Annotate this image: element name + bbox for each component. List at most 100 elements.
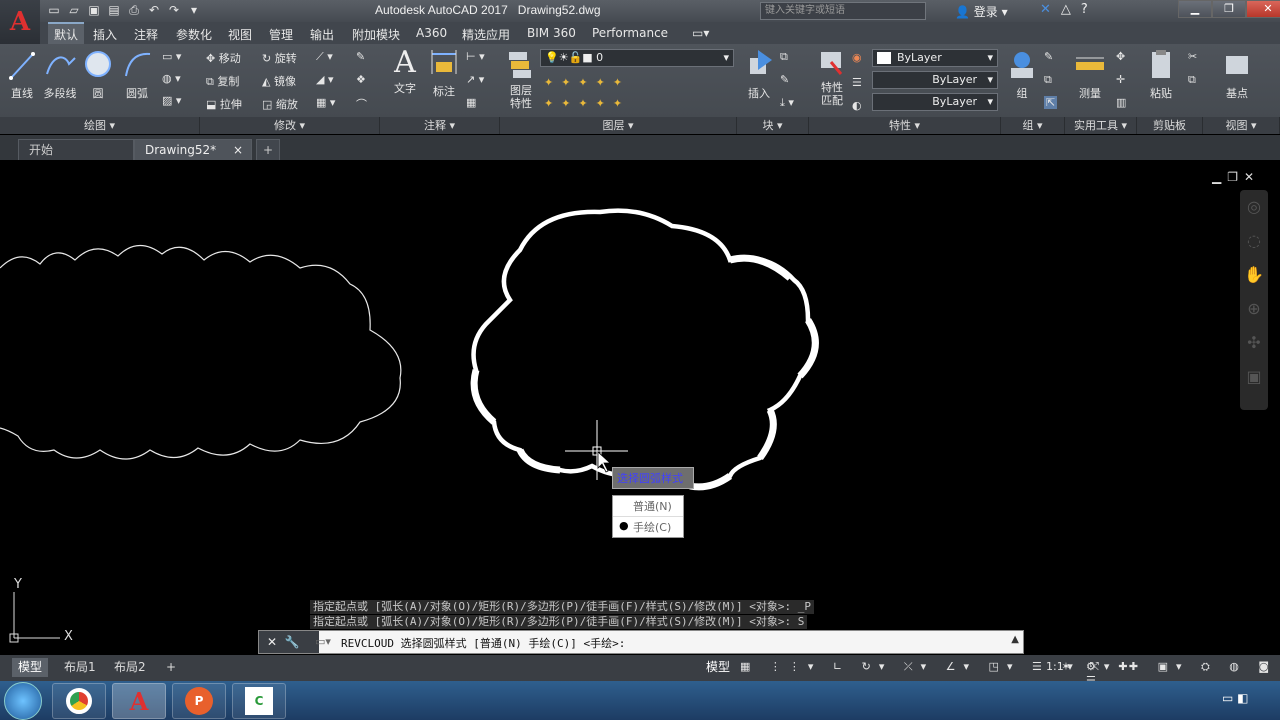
command-line[interactable]: ✕ 🔧 ▭▾ REVCLOUD 选择圆弧样式 [普通(N) 手绘(C)] <手绘… (258, 630, 1024, 654)
restore-button[interactable]: ❐ (1212, 0, 1246, 18)
steering-wheel-icon[interactable]: ◎ (1240, 190, 1268, 224)
tab-bim360[interactable]: BIM 360 (527, 26, 576, 40)
recent-commands-icon[interactable]: ▭▾ (315, 635, 331, 648)
transparency-icon[interactable]: ◐ (852, 99, 862, 112)
save-as-icon[interactable]: ▤ (106, 2, 122, 18)
layer-dropdown[interactable]: 💡☀🔓■ 0 ▾ (540, 49, 734, 67)
print-icon[interactable]: ⎙ (126, 2, 142, 18)
tab-annotate[interactable]: 注释 (134, 26, 158, 43)
model-space-button[interactable]: 模型 (700, 658, 736, 677)
add-layout-button[interactable]: + (160, 658, 182, 677)
circle-button[interactable]: 圆 (82, 48, 114, 101)
tab-drawing[interactable]: Drawing52* × (134, 139, 252, 160)
scale-button[interactable]: ◲ 缩放 (262, 96, 298, 112)
chrome-taskbar-icon[interactable] (52, 683, 106, 719)
tab-addins[interactable]: 附加模块 (352, 26, 400, 43)
create-block-icon[interactable]: ⧉ (780, 50, 788, 64)
undo-icon[interactable]: ↶ (146, 2, 162, 18)
layout-tab-model[interactable]: 模型 (12, 658, 49, 677)
group-edit-icon[interactable]: ⧉ (1044, 73, 1052, 87)
drafting-toggles[interactable]: ▦ ⋮⋮▾ ∟ ↻▾ ⤫▾ ∠▾ ◳▾ ☰ ✶ ⤲ ✚ (740, 660, 1136, 674)
groups-panel-title[interactable]: 组 ▾ (1001, 117, 1065, 134)
close-command-icon[interactable]: ✕ (267, 635, 277, 649)
offset-icon[interactable]: ⌒ (356, 96, 367, 112)
tray-icons[interactable]: ▭ ◧ (1222, 691, 1249, 705)
viewport-controls[interactable]: ▁❐✕ (1212, 170, 1260, 184)
linetype-dropdown[interactable]: ByLayer ▾ (872, 71, 998, 89)
line-button[interactable]: 直线 (6, 48, 38, 101)
revcloud-normal[interactable] (0, 244, 402, 460)
array-icon[interactable]: ▦ ▾ (316, 96, 335, 109)
tab-a360[interactable]: A360 (416, 26, 447, 40)
quick-select-icon[interactable]: ✥ (1116, 50, 1125, 63)
modify-panel-title[interactable]: 修改 ▾ (200, 117, 380, 134)
block-panel-title[interactable]: 块 ▾ (737, 117, 809, 134)
lineweight-dropdown[interactable]: ByLayer ▾ (872, 93, 998, 111)
tab-performance[interactable]: Performance (592, 26, 668, 40)
gradient-icon[interactable]: ▨ ▾ (162, 94, 181, 107)
calculator-icon[interactable]: ▥ (1116, 96, 1126, 109)
utilities-panel-title[interactable]: 实用工具 ▾ (1065, 117, 1137, 134)
showmotion-icon[interactable]: ▣ (1240, 360, 1268, 394)
linear-dim-icon[interactable]: ⊢ ▾ (466, 50, 485, 63)
layer-tools-row1[interactable]: ✦✦✦✦✦ (544, 76, 630, 89)
option-calligraphy[interactable]: ● 手绘(C) (613, 517, 683, 537)
text-button[interactable]: A 文字 (388, 46, 422, 96)
close-tab-icon[interactable]: × (233, 140, 243, 160)
new-icon[interactable]: ▭ (46, 2, 62, 18)
cut-icon[interactable]: ✂ (1188, 50, 1197, 63)
leader-icon[interactable]: ↗ ▾ (466, 73, 484, 86)
powerpoint-taskbar-icon[interactable]: P (172, 683, 226, 719)
layers-panel-title[interactable]: 图层 ▾ (500, 117, 737, 134)
tab-featured-apps[interactable]: 精选应用 (462, 26, 510, 43)
copy-button[interactable]: ⧉ 复制 (206, 73, 239, 89)
move-button[interactable]: ✥ 移动 (206, 50, 241, 66)
measure-button[interactable]: 测量 (1072, 48, 1108, 101)
layout-tab-2[interactable]: 布局2 (108, 658, 152, 677)
block-attr-icon[interactable]: ⤓ ▾ (780, 96, 794, 110)
tab-parametric[interactable]: 参数化 (176, 26, 212, 43)
camtasia-taskbar-icon[interactable]: C (232, 683, 286, 719)
base-view-button[interactable]: 基点 (1218, 48, 1256, 101)
hatch-icon[interactable]: ◍ ▾ (162, 72, 181, 85)
explode-icon[interactable]: ❖ (356, 73, 366, 86)
tab-home[interactable]: 默认 (48, 22, 85, 44)
login-button[interactable]: 👤 登录 ▾ (955, 3, 1008, 20)
redo-icon[interactable]: ↷ (166, 2, 182, 18)
group-select-icon[interactable]: ⇱ (1044, 96, 1058, 109)
mirror-button[interactable]: ◭ 镜像 (262, 73, 296, 89)
exchange-icon[interactable]: ✕ (1040, 2, 1051, 17)
a360-icon[interactable]: △ (1061, 2, 1071, 17)
polyline-button[interactable]: 多段线 (40, 48, 80, 101)
help-icon[interactable]: ? (1081, 2, 1088, 17)
dimension-button[interactable]: 标注 (426, 48, 462, 99)
tab-manage[interactable]: 管理 (269, 26, 293, 43)
view-panel-title[interactable]: 视图 ▾ (1203, 117, 1280, 134)
arc-button[interactable]: 圆弧 (120, 48, 154, 101)
match-properties-button[interactable]: 特性 匹配 (814, 48, 850, 107)
rectangle-icon[interactable]: ▭ ▾ (162, 50, 181, 63)
properties-panel-title[interactable]: 特性 ▾ (809, 117, 1001, 134)
qat-menu-icon[interactable]: ▾ (186, 2, 202, 18)
search-input[interactable]: 键入关键字或短语 (760, 2, 926, 20)
table-icon[interactable]: ▦ (466, 96, 476, 109)
group-button[interactable]: 组 (1006, 48, 1038, 101)
autocad-taskbar-icon[interactable]: A (112, 683, 166, 719)
tab-view[interactable]: 视图 (228, 26, 252, 43)
fillet-icon[interactable]: ◢ ▾ (316, 73, 333, 86)
color-dropdown[interactable]: ByLayer ▾ (872, 49, 998, 67)
insert-button[interactable]: 插入 (742, 48, 776, 101)
open-icon[interactable]: ▱ (66, 2, 82, 18)
pan-icon[interactable]: ✋ (1240, 258, 1268, 292)
paste-button[interactable]: 粘贴 (1144, 48, 1178, 101)
customize-icon[interactable]: 🔧 (285, 635, 300, 649)
edit-block-icon[interactable]: ✎ (780, 73, 789, 86)
erase-icon[interactable]: ✎ (356, 50, 365, 63)
draw-panel-title[interactable]: 绘图 ▾ (0, 117, 200, 134)
layer-properties-button[interactable]: 图层 特性 (504, 48, 536, 110)
layout-tab-1[interactable]: 布局1 (58, 658, 102, 677)
tab-start[interactable]: 开始 (18, 139, 134, 160)
annotation-panel-title[interactable]: 注释 ▾ (380, 117, 500, 134)
rotate-button[interactable]: ↻ 旋转 (262, 50, 297, 66)
drawing-canvas[interactable]: Y X ▁❐✕ ◎ ◌ ✋ ⊕ ✣ ▣ (0, 160, 1280, 655)
